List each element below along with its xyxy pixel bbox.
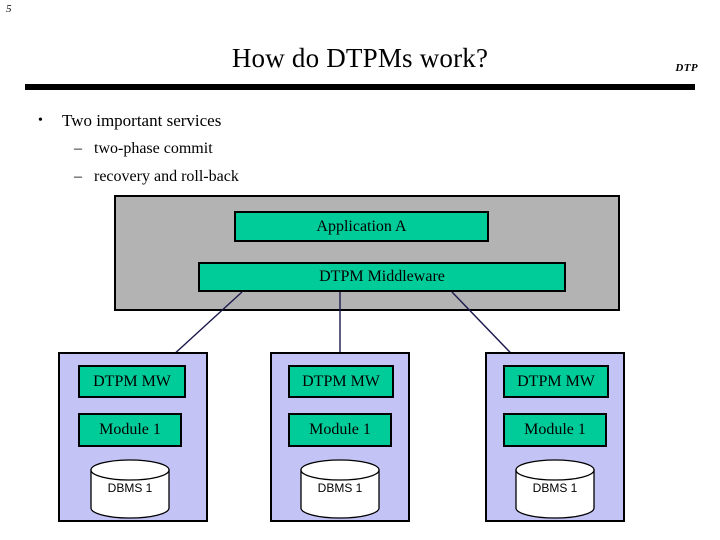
bullet-marker-dash: –: [74, 168, 82, 185]
node-3-dtpm-mw-box: DTPM MW: [503, 365, 609, 398]
node-3-module-box: Module 1: [503, 413, 607, 447]
dtpm-middleware-box: DTPM Middleware: [198, 262, 566, 292]
bullet-marker-dot: •: [38, 113, 43, 128]
node-2-dtpm-mw-box: DTPM MW: [288, 365, 394, 398]
node-2-module-box: Module 1: [288, 413, 392, 447]
node-1-module-box: Module 1: [78, 413, 182, 447]
slide-canvas: 5 How do DTPMs work? DTP • Two important…: [0, 0, 720, 540]
application-a-box: Application A: [234, 211, 489, 242]
bullet-list: • Two important services – two-phase com…: [30, 107, 460, 191]
bullet-item-level1: • Two important services: [30, 107, 460, 135]
slide-number: 5: [6, 3, 12, 15]
architecture-diagram: Application A DTPM Middleware DTPM MW Mo…: [0, 0, 720, 540]
title-divider-rule: [25, 84, 695, 90]
bullet-text: Two important services: [62, 111, 222, 130]
page-title: How do DTPMs work?: [231, 43, 489, 73]
bullet-text: two-phase commit: [94, 140, 213, 157]
bullet-text: recovery and roll-back: [94, 168, 239, 185]
bullet-item-level2: – two-phase commit: [30, 135, 460, 163]
bullet-marker-dash: –: [74, 140, 82, 157]
bullet-item-level2: – recovery and roll-back: [30, 163, 460, 191]
node-1-dtpm-mw-box: DTPM MW: [78, 365, 186, 398]
corner-logo-label: DTP: [675, 62, 698, 74]
